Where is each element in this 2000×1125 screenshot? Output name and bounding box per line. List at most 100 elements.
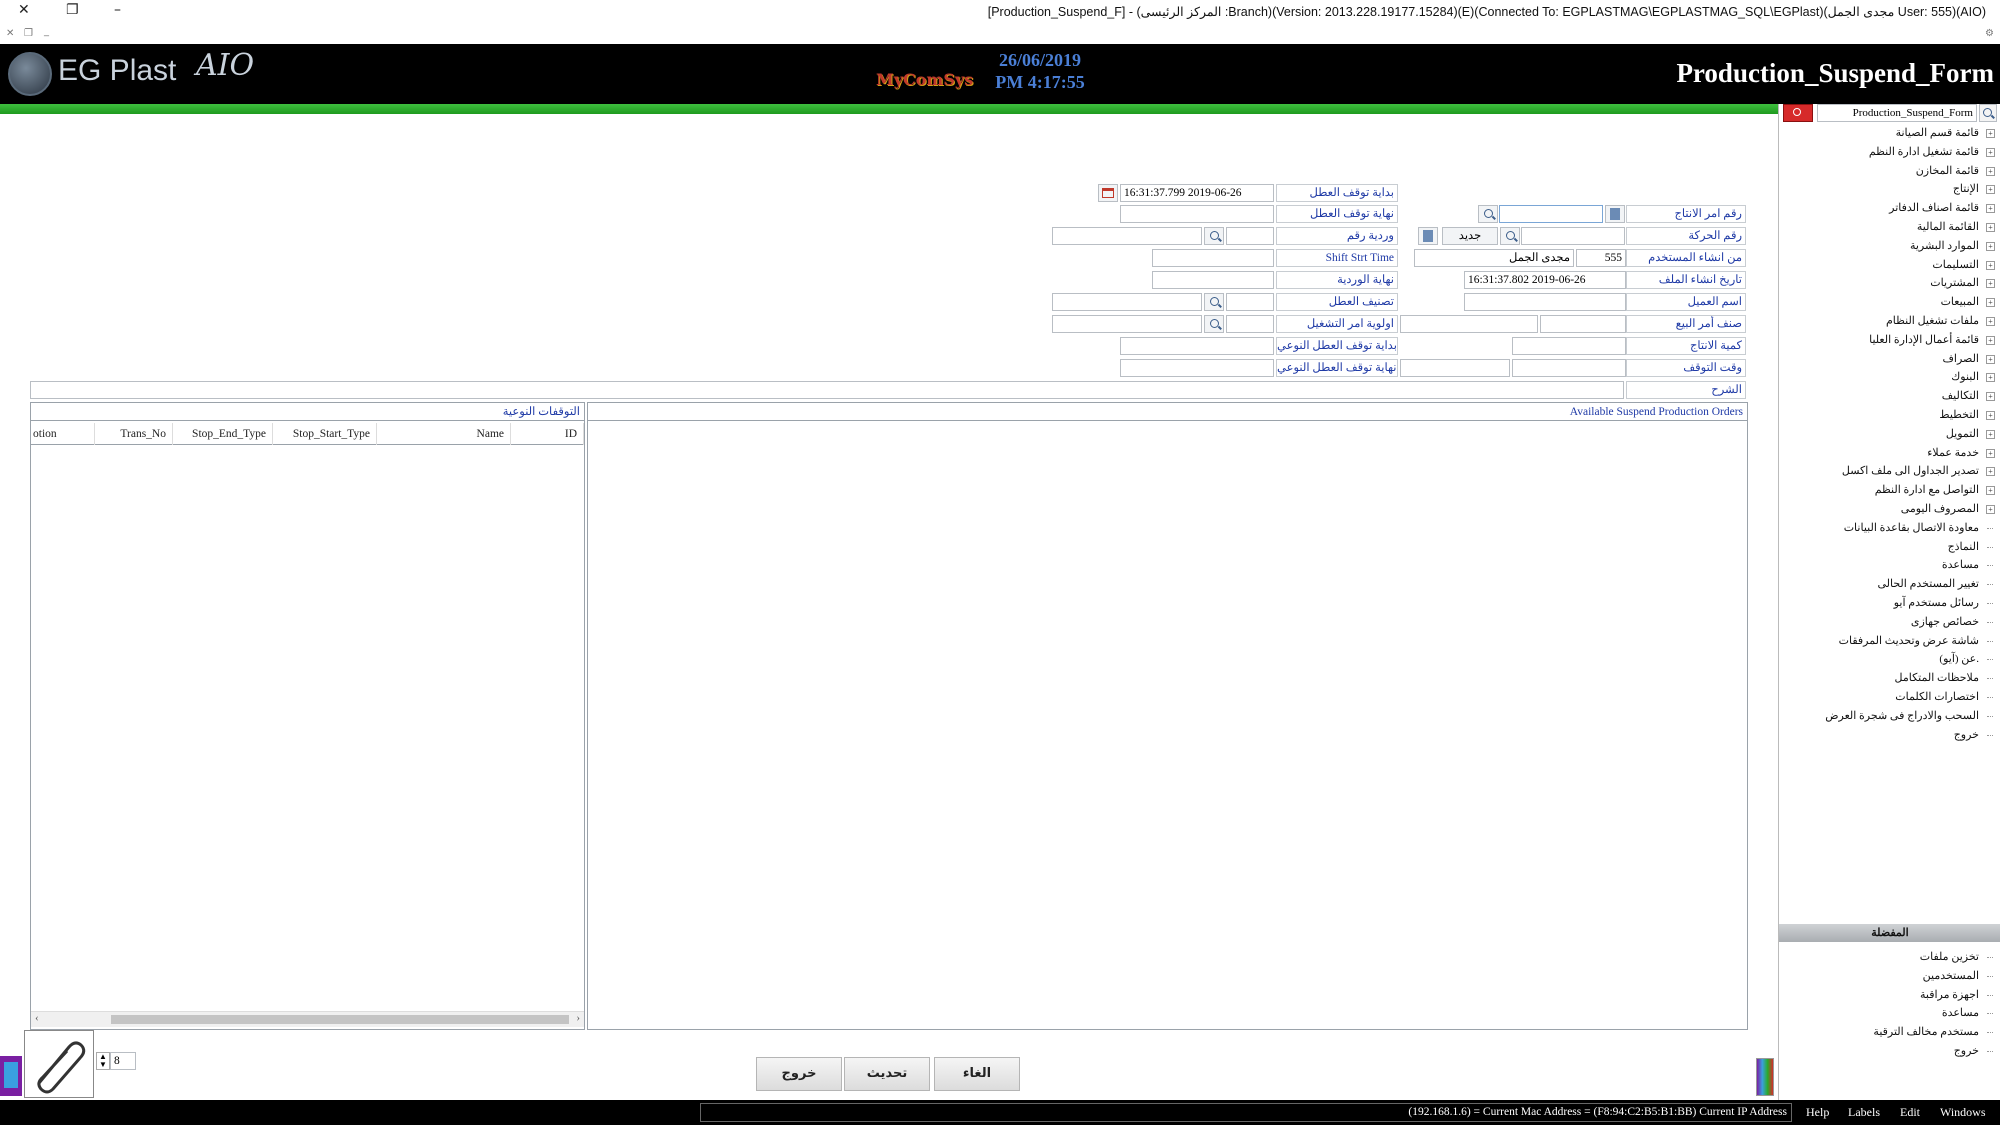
expand-icon[interactable]: +: [1986, 486, 1995, 496]
sidebar-tree-item[interactable]: رسائل مستخدم آيو: [1779, 594, 2000, 612]
sidebar-tree-item[interactable]: المصروف اليومى +: [1779, 500, 2000, 518]
color-palette-icon[interactable]: [1756, 1058, 1774, 1096]
expand-icon[interactable]: +: [1986, 317, 1995, 326]
menu-labels[interactable]: Labels: [1848, 1105, 1880, 1120]
expand-icon[interactable]: +: [1986, 223, 1995, 232]
expand-icon[interactable]: +: [1986, 429, 1995, 439]
sidebar-tree-item[interactable]: الإنتاج +: [1779, 180, 2000, 198]
notes-input[interactable]: [30, 381, 1624, 399]
expand-icon[interactable]: +: [1986, 448, 1995, 458]
job-priority-search-button[interactable]: [1204, 315, 1224, 333]
calendar-button[interactable]: [1098, 184, 1118, 202]
sidebar-tree-item[interactable]: التخطيط +: [1779, 406, 2000, 424]
shift-no-code[interactable]: [1226, 227, 1274, 245]
horizontal-scrollbar[interactable]: ‹ ›: [31, 1011, 584, 1027]
sidebar-search-input[interactable]: Production_Suspend_Form: [1817, 104, 1977, 122]
sidebar-tree-item[interactable]: القائمة المالية +: [1779, 218, 2000, 236]
mdi-close-icon[interactable]: ✕: [6, 28, 14, 39]
new-button[interactable]: جديد: [1442, 227, 1498, 245]
column-header[interactable]: otion: [31, 423, 95, 445]
sidebar-tree-item[interactable]: السحب والادراج فى شجرة العرض: [1779, 707, 2000, 725]
column-header[interactable]: ID: [511, 423, 584, 445]
sidebar-tree-item[interactable]: خصائص جهازى: [1779, 613, 2000, 631]
sidebar-tree-item[interactable]: خروج: [1779, 726, 2000, 744]
expand-icon[interactable]: +: [1986, 204, 1995, 214]
sidebar-tree-item[interactable]: عن (آيو).: [1779, 650, 2000, 668]
scroll-right-icon[interactable]: ›: [576, 1012, 580, 1024]
mdi-settings-icon[interactable]: ⚙: [1985, 28, 1994, 39]
refresh-button[interactable]: تحديث: [844, 1057, 930, 1091]
sidebar-tree-item[interactable]: البنوك +: [1779, 368, 2000, 386]
expand-icon[interactable]: +: [1986, 505, 1995, 514]
trans-no-lookup-button[interactable]: [1418, 227, 1438, 245]
attachment-button[interactable]: [24, 1030, 94, 1098]
sidebar-search-button[interactable]: [1783, 104, 1813, 122]
expand-icon[interactable]: +: [1986, 260, 1995, 270]
favorite-item[interactable]: مستخدم مخالف الترقية: [1779, 1023, 2000, 1041]
sidebar-tree-item[interactable]: قائمة اصناف الدفاتر +: [1779, 199, 2000, 217]
qualitative-stop-end-field[interactable]: [1120, 359, 1274, 377]
stop-end-field[interactable]: [1120, 205, 1274, 223]
menu-windows[interactable]: Windows: [1940, 1105, 1986, 1120]
prod-order-no-search-button[interactable]: [1478, 205, 1498, 223]
job-priority-code[interactable]: [1226, 315, 1274, 333]
favorite-item[interactable]: مساعدة: [1779, 1004, 2000, 1022]
sidebar-tree-item[interactable]: التكاليف +: [1779, 387, 2000, 405]
mdi-restore-icon[interactable]: ❐: [24, 28, 33, 39]
expand-icon[interactable]: +: [1986, 373, 1995, 383]
cancel-button[interactable]: الغاء: [934, 1057, 1020, 1091]
column-header[interactable]: Stop_Start_Type: [273, 423, 377, 445]
sidebar-tree-item[interactable]: ملفات تشغيل النظام +: [1779, 312, 2000, 330]
sidebar-tree-item[interactable]: معاودة الاتصال بقاعدة البيانات: [1779, 519, 2000, 537]
qualitative-stop-start-field[interactable]: [1120, 337, 1274, 355]
fault-class-code[interactable]: [1226, 293, 1274, 311]
favorite-item[interactable]: المستخدمين: [1779, 967, 2000, 985]
stop-start-field[interactable]: 16:31:37.799 2019-06-26: [1120, 184, 1274, 202]
column-header[interactable]: Stop_End_Type: [173, 423, 273, 445]
shift-no-search-button[interactable]: [1204, 227, 1224, 245]
sidebar-tree-item[interactable]: تصدير الجداول الى ملف اكسل +: [1779, 462, 2000, 480]
column-header[interactable]: Trans_No: [95, 423, 173, 445]
column-header[interactable]: Name: [377, 423, 511, 445]
exit-button[interactable]: خروج: [756, 1057, 842, 1091]
sidebar-tree-item[interactable]: اختصارات الكلمات: [1779, 688, 2000, 706]
expand-icon[interactable]: +: [1986, 354, 1995, 364]
sidebar-tree-item[interactable]: قائمة المخازن +: [1779, 162, 2000, 180]
sidebar-tree-item[interactable]: قائمة أعمال الإدارة العليا +: [1779, 331, 2000, 349]
sidebar-tree-item[interactable]: تغيير المستخدم الحالى: [1779, 575, 2000, 593]
sidebar-tree-item[interactable]: شاشة عرض وتحديث المرفقات: [1779, 632, 2000, 650]
menu-help[interactable]: Help: [1806, 1105, 1829, 1120]
scroll-thumb[interactable]: [111, 1015, 569, 1024]
sidebar-find-button[interactable]: [1979, 104, 1997, 122]
sidebar-tree-item[interactable]: ملاحظات المتكامل: [1779, 669, 2000, 687]
scroll-left-icon[interactable]: ‹: [35, 1012, 39, 1024]
expand-icon[interactable]: +: [1986, 241, 1995, 251]
page-stepper[interactable]: ▲ ▼: [96, 1052, 110, 1070]
favorite-item[interactable]: اجهزة مراقبة: [1779, 986, 2000, 1004]
sidebar-tree-item[interactable]: مساعدة: [1779, 556, 2000, 574]
side-tab-indicator[interactable]: [0, 1056, 22, 1096]
fault-class-search-button[interactable]: [1204, 293, 1224, 311]
sidebar-tree-item[interactable]: النماذج: [1779, 538, 2000, 556]
expand-icon[interactable]: +: [1986, 392, 1995, 402]
prod-qty-field[interactable]: [1512, 337, 1626, 355]
expand-icon[interactable]: +: [1986, 185, 1995, 195]
menu-edit[interactable]: Edit: [1900, 1105, 1920, 1120]
sidebar-tree-item[interactable]: المشتريات +: [1779, 274, 2000, 292]
expand-icon[interactable]: +: [1986, 411, 1995, 420]
trans-no-input[interactable]: [1521, 227, 1625, 245]
page-value[interactable]: 8: [110, 1052, 136, 1070]
prod-order-no-lookup-button[interactable]: [1605, 205, 1625, 223]
expand-icon[interactable]: +: [1986, 147, 1995, 157]
expand-icon[interactable]: +: [1986, 467, 1995, 477]
expand-icon[interactable]: +: [1986, 298, 1995, 308]
favorite-item[interactable]: تخزين ملفات: [1779, 948, 2000, 966]
expand-icon[interactable]: +: [1986, 166, 1995, 176]
expand-icon[interactable]: +: [1986, 279, 1995, 289]
expand-icon[interactable]: +: [1986, 335, 1995, 345]
mdi-minimize-icon[interactable]: _: [44, 26, 49, 37]
sidebar-tree-item[interactable]: قائمة قسم الصيانة +: [1779, 124, 2000, 142]
restore-window-icon[interactable]: ❐: [66, 2, 79, 18]
trans-no-search-button[interactable]: [1500, 227, 1520, 245]
prod-order-no-input[interactable]: [1499, 205, 1603, 223]
